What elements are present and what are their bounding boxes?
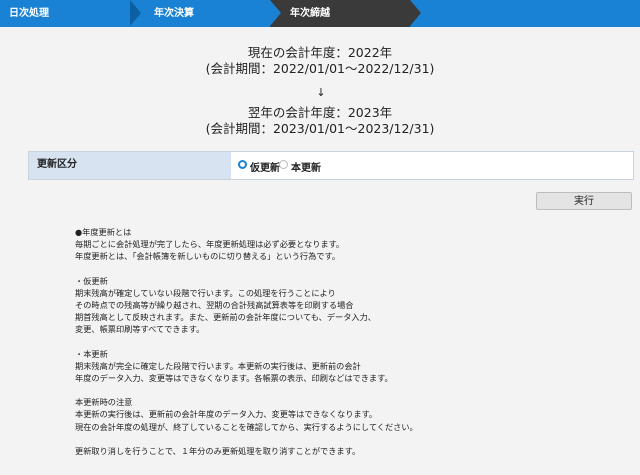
current-year-period: (会計期間：2022/01/01〜2022/12/31): [205, 61, 435, 76]
step-year-carryover[interactable]: 年次締越: [290, 0, 330, 27]
notes-text: 年度のデータ入力、変更等はできなくなります。各帳票の表示、印刷などはできます。: [75, 373, 393, 384]
notes-heading: ●年度更新とは: [75, 227, 132, 237]
step-separator: [130, 0, 141, 26]
active-step-notch: [270, 0, 281, 26]
arrow-down-icon: ↓: [316, 86, 326, 99]
notes-text: 更新取り消しを行うことで、１年分のみ更新処理を取り消すことができます。: [75, 445, 361, 456]
notes-text: 本更新の実行後は、更新前の会計年度のデータ入力、変更等はできなくなります。: [75, 409, 378, 420]
notes-section: ●年度更新とは 毎期ごとに会計処理が完了したら、年度更新処理は必ず必要となります…: [75, 226, 615, 457]
active-step-arrow: [410, 0, 421, 26]
next-year-period: (会計期間：2023/01/01〜2023/12/31): [205, 121, 435, 136]
notes-heading: 本更新時の注意: [75, 397, 133, 408]
notes-text: 現在の会計年度の処理が、終了していることを確認してから、実行するようにしてくださ…: [75, 421, 418, 432]
notes-text: 変更、帳票印刷等すべてできます。: [75, 324, 205, 335]
radio-final[interactable]: [279, 160, 288, 169]
update-type-row: 更新区分 仮更新 本更新: [28, 151, 634, 180]
notes-text: 年度更新とは、「会計帳簿を新しいものに切り替える」という行為です。: [75, 251, 341, 262]
step-annual-settlement[interactable]: 年次決算: [154, 0, 194, 27]
notes-text: 期末残高が確定していない段階で行います。この処理を行うことにより: [75, 287, 336, 298]
update-type-label: 更新区分: [29, 152, 231, 179]
step-bar: 日次処理 年次決算 年次締越: [0, 0, 640, 27]
notes-text: 期末残高が完全に確定した段階で行います。本更新の実行後は、更新前の会計: [75, 360, 361, 371]
notes-text: 期首残高として反映されます。また、更新前の会計年度についても、データ入力、: [75, 312, 376, 323]
next-year-line1: 翌年の会計年度：2023年: [247, 105, 393, 120]
notes-text: 毎期ごとに会計処理が完了したら、年度更新処理は必ず必要となります。: [75, 239, 345, 250]
step-daily[interactable]: 日次処理: [9, 0, 49, 27]
radio-provisional-label[interactable]: 仮更新: [250, 159, 280, 174]
notes-text: その時点での残高等が繰り越され、翌期の合計残高試算表等を印刷する場合: [75, 300, 354, 311]
execute-button[interactable]: 実行: [536, 192, 632, 210]
current-year-line1: 現在の会計年度：2022年: [247, 45, 393, 60]
radio-provisional[interactable]: [238, 160, 247, 169]
notes-heading: ・仮更新: [75, 275, 108, 286]
notes-heading: ・本更新: [75, 348, 108, 359]
radio-final-label[interactable]: 本更新: [291, 159, 321, 174]
